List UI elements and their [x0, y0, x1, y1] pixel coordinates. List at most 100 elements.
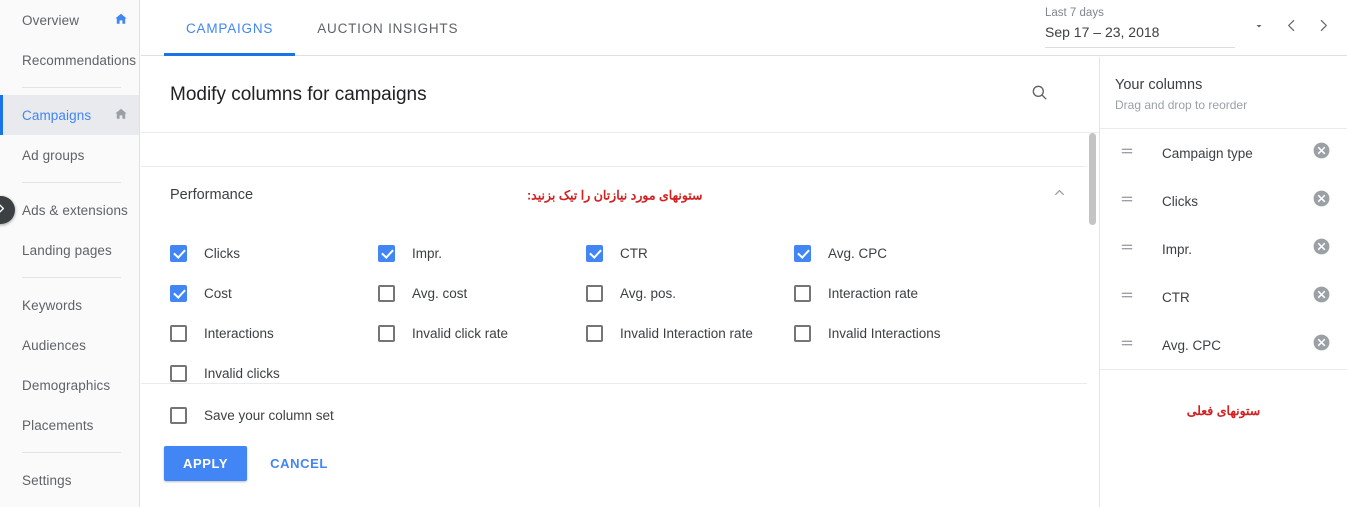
save-column-set-row[interactable]: Save your column set: [141, 384, 1099, 446]
chevron-right-icon: [1315, 17, 1332, 39]
column-item[interactable]: Avg. CPC: [1100, 321, 1347, 369]
panel-scrollbar-thumb[interactable]: [1089, 133, 1096, 225]
remove-circle-icon[interactable]: [1312, 189, 1331, 213]
checkbox-box[interactable]: [378, 284, 395, 302]
column-item-label: Avg. CPC: [1162, 337, 1222, 353]
column-item[interactable]: Campaign type: [1100, 129, 1347, 177]
sidebar-item-ads-extensions[interactable]: Ads & extensions: [0, 190, 139, 230]
sidebar-item-keywords[interactable]: Keywords: [0, 285, 139, 325]
sidebar-item-demographics[interactable]: Demographics: [0, 365, 139, 405]
your-columns-title: Your columns: [1115, 77, 1203, 93]
checkbox-box[interactable]: [170, 324, 187, 342]
sidebar-item-ad-groups[interactable]: Ad groups: [0, 135, 139, 175]
top-bar: CAMPAIGNS AUCTION INSIGHTS Last 7 days Se…: [141, 0, 1347, 56]
column-item-label: Clicks: [1162, 193, 1198, 209]
checkbox-avg-cost[interactable]: Avg. cost: [378, 273, 586, 313]
checkbox-box[interactable]: [170, 284, 187, 302]
checkbox-box[interactable]: [378, 324, 395, 342]
panel-scrollbar[interactable]: [1087, 133, 1099, 435]
checkbox-box[interactable]: [794, 284, 811, 302]
checkbox-box[interactable]: [586, 284, 603, 302]
checkbox-label: Invalid Interaction rate: [620, 325, 753, 341]
checkbox-box[interactable]: [170, 244, 187, 262]
checkbox-impr[interactable]: Impr.: [378, 233, 586, 273]
checkbox-label: Avg. CPC: [828, 245, 888, 261]
save-column-set-checkbox[interactable]: [170, 406, 187, 424]
checkbox-label: Invalid clicks: [204, 365, 280, 381]
checkbox-label: Invalid click rate: [412, 325, 509, 341]
drag-handle-icon[interactable]: [1119, 191, 1135, 212]
drag-handle-icon[interactable]: [1119, 239, 1135, 260]
sidebar-item-settings[interactable]: Settings: [0, 460, 139, 500]
checkbox-interaction-rate[interactable]: Interaction rate: [794, 273, 1044, 313]
page-title: Modify columns for campaigns: [170, 83, 427, 105]
remove-circle-icon[interactable]: [1312, 333, 1331, 357]
drag-handle-icon[interactable]: [1119, 287, 1135, 308]
sidebar-item-landing-pages[interactable]: Landing pages: [0, 230, 139, 270]
apply-button[interactable]: APPLY: [164, 446, 248, 481]
date-range-selector[interactable]: Last 7 days Sep 17 – 23, 2018: [1045, 5, 1339, 48]
column-item[interactable]: Clicks: [1100, 177, 1347, 225]
modify-columns-panel: Modify columns for campaigns Performance…: [141, 57, 1099, 507]
checkbox-label: Impr.: [412, 245, 443, 261]
date-range-next-button[interactable]: [1307, 12, 1339, 44]
checkbox-interactions[interactable]: Interactions: [170, 313, 378, 353]
remove-circle-icon[interactable]: [1312, 237, 1331, 261]
sidebar-item-label: Campaigns: [22, 107, 92, 123]
sidebar-item-recommendations[interactable]: Recommendations: [0, 40, 139, 80]
column-item-label: Impr.: [1162, 241, 1193, 257]
column-item[interactable]: CTR: [1100, 273, 1347, 321]
panel-footer: Save your column set APPLY CANCEL: [141, 383, 1099, 507]
cancel-button[interactable]: CANCEL: [254, 446, 344, 481]
drag-handle-icon[interactable]: [1119, 143, 1135, 164]
sidebar-item-label: Ads & extensions: [22, 202, 128, 218]
sidebar-item-audiences[interactable]: Audiences: [0, 325, 139, 365]
checkbox-cost[interactable]: Cost: [170, 273, 378, 313]
sidebar-item-overview[interactable]: Overview: [0, 0, 139, 40]
date-range-underline: [1045, 47, 1235, 48]
checkbox-label: Interaction rate: [828, 285, 919, 301]
column-item[interactable]: Impr.: [1100, 225, 1347, 273]
sidebar-item-label: Demographics: [22, 377, 111, 393]
checkbox-box[interactable]: [170, 364, 187, 382]
checkbox-clicks[interactable]: Clicks: [170, 233, 378, 273]
chevron-left-icon: [1283, 17, 1300, 39]
checkbox-ctr[interactable]: CTR: [586, 233, 794, 273]
remove-circle-icon[interactable]: [1312, 141, 1331, 165]
date-range-dropdown-button[interactable]: [1243, 12, 1275, 44]
checkbox-avg-cpc[interactable]: Avg. CPC: [794, 233, 1044, 273]
your-columns-panel: Your columns Drag and drop to reorder Ca…: [1099, 57, 1347, 507]
performance-checkbox-grid: Clicks Impr. CTR Avg. CPC Cost Avg. cost Avg. …: [141, 223, 1099, 409]
date-range-value: Sep 17 – 23, 2018: [1045, 24, 1160, 40]
checkbox-box[interactable]: [378, 244, 395, 262]
save-column-set-label: Save your column set: [204, 407, 334, 423]
tab-campaigns[interactable]: CAMPAIGNS: [164, 0, 296, 56]
sidebar-item-placements[interactable]: Placements: [0, 405, 139, 445]
home-icon: [113, 11, 129, 30]
checkbox-invalid-interaction-rate[interactable]: Invalid Interaction rate: [586, 313, 794, 353]
sidebar-divider: [22, 87, 121, 88]
checkbox-label: Cost: [204, 285, 232, 301]
checkbox-box[interactable]: [794, 244, 811, 262]
checkbox-box[interactable]: [794, 324, 811, 342]
checkbox-invalid-click-rate[interactable]: Invalid click rate: [378, 313, 586, 353]
checkbox-label: CTR: [620, 245, 648, 261]
performance-section-header[interactable]: Performance ستونهای مورد نیازتان را تیک …: [141, 167, 1099, 223]
annotation-check-columns: ستونهای مورد نیازتان را تیک بزنید:: [527, 188, 703, 203]
sidebar-item-label: Ad groups: [22, 147, 85, 163]
checkbox-box[interactable]: [586, 324, 603, 342]
sidebar-divider: [22, 452, 121, 453]
column-item-label: Campaign type: [1162, 145, 1253, 161]
checkbox-box[interactable]: [586, 244, 603, 262]
checkbox-invalid-interactions[interactable]: Invalid Interactions: [794, 313, 1044, 353]
remove-circle-icon[interactable]: [1312, 285, 1331, 309]
action-button-row: APPLY CANCEL: [141, 446, 1099, 481]
sidebar-item-campaigns[interactable]: Campaigns: [0, 95, 139, 135]
drag-handle-icon[interactable]: [1119, 335, 1135, 356]
search-button[interactable]: [1021, 77, 1057, 113]
checkbox-avg-pos[interactable]: Avg. pos.: [586, 273, 794, 313]
tab-auction-insights[interactable]: AUCTION INSIGHTS: [295, 0, 480, 56]
sidebar-item-label: Recommendations: [22, 52, 137, 68]
date-range-prev-button[interactable]: [1275, 12, 1307, 44]
chevron-up-icon[interactable]: [1052, 185, 1067, 205]
